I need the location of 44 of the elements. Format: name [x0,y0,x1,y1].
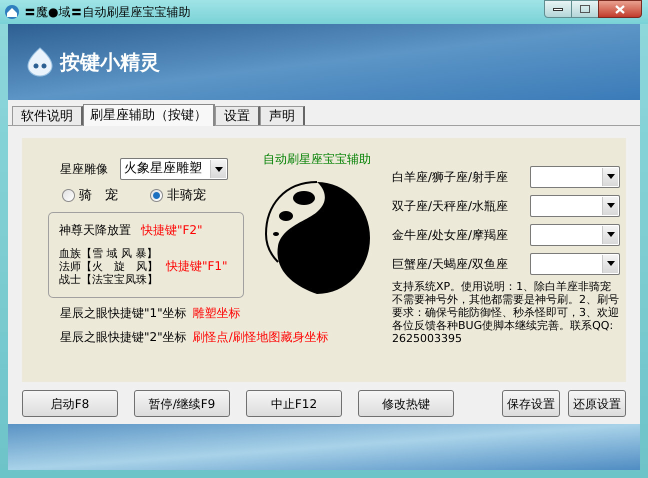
coordinate-label: 星辰之眼快捷键"1"坐标 [60,304,187,322]
place-hotkey: 快捷键"F2" [141,222,203,238]
zodiac-label: 双子座/天秤座/水瓶座 [392,198,508,214]
zodiac-label: 巨蟹座/天蝎座/双鱼座 [392,256,508,272]
radio-label: 骑 宠 [79,187,118,205]
tab[interactable]: 软件说明 [12,106,83,125]
tab[interactable]: 声明 [260,106,305,125]
tab[interactable]: 刷星座辅助（按键） [83,104,215,126]
radio-button[interactable] [150,189,163,202]
zodiac-dropdown[interactable] [530,166,620,188]
action-button[interactable]: 修改热键 [358,390,454,417]
place-label: 神尊天降放置 [59,222,131,238]
zodiac-label: 白羊座/狮子座/射手座 [392,168,508,186]
skill-name: 战士【法宝宝凤珠】 [59,272,158,286]
statue-label: 星座雕像 [60,161,108,178]
close-button[interactable] [598,0,642,18]
app-house-icon [4,4,20,20]
center-title: 自动刷星座宝宝辅助 [263,151,371,168]
zodiac-dropdown[interactable] [530,194,620,216]
radio-label: 非骑宠 [167,187,206,205]
action-button[interactable]: 暂停/继续F9 [134,390,230,417]
coordinate-hint: 雕塑坐标 [192,304,241,322]
settings-button[interactable]: 还原设置 [568,390,626,417]
minimize-button[interactable] [544,0,572,18]
coordinate-label: 星辰之眼快捷键"2"坐标 [60,328,187,346]
zodiac-dropdown[interactable] [530,224,620,246]
skills-hotkey: 快捷键"F1" [166,258,228,275]
action-button[interactable]: 启动F8 [22,390,118,417]
logo-text: 按键小精灵 [60,49,160,76]
radio-button[interactable] [62,189,75,202]
statue-dropdown[interactable]: 火象星座雕塑 [120,158,228,180]
window-title: 〓魔●域〓自动刷星座宝宝辅助 [24,4,190,21]
zodiac-dropdown[interactable] [530,252,620,274]
skill-name: 血族【雪 域 风 暴】 [59,246,158,260]
tab[interactable]: 设置 [215,106,260,125]
close-icon [615,4,625,14]
maximize-button[interactable] [572,0,598,18]
settings-button[interactable]: 保存设置 [502,390,560,417]
zodiac-label: 金牛座/处女座/摩羯座 [392,226,508,244]
sprite-logo-icon [26,47,54,77]
coordinate-hint: 刷怪点/刷怪地图藏身坐标 [192,328,329,346]
usage-instructions: 支持系统XP。使用说明：1、除白羊座非骑宠不需要神号外，其他都需要是神号刷。2、刷号要求：确保号能防御怪、秒杀怪即可，3、欢迎各位反馈各种BUG使脚本继续完善。联系QQ:2625003395 [392,280,620,345]
action-button[interactable]: 中止F12 [246,390,342,417]
skill-name: 法师【火 旋 风】 [59,260,158,272]
